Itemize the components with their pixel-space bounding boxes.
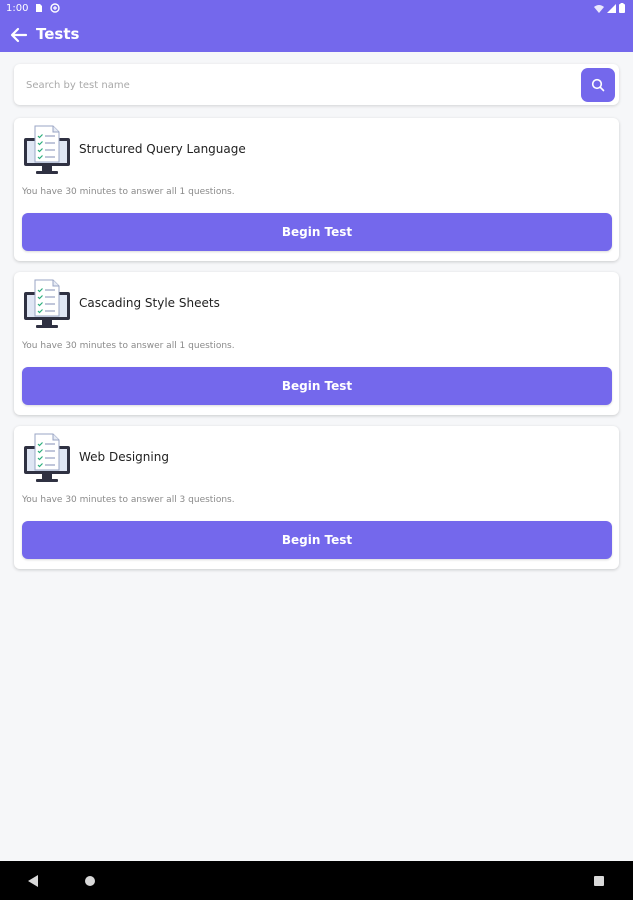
nav-home-icon[interactable] (85, 876, 95, 886)
page-title: Tests (36, 25, 80, 43)
test-name: Structured Query Language (79, 142, 246, 156)
begin-test-button[interactable]: Begin Test (22, 521, 612, 559)
monitor-checklist-icon (24, 125, 70, 174)
search-button[interactable] (581, 68, 615, 102)
wifi-icon (594, 4, 604, 13)
search-icon (591, 78, 605, 92)
begin-test-button[interactable]: Begin Test (22, 367, 612, 405)
nav-recents-icon[interactable] (594, 876, 604, 886)
nav-back-icon[interactable] (27, 874, 39, 888)
monitor-checklist-icon (24, 433, 70, 482)
status-right-icons (594, 3, 625, 13)
search-input[interactable] (24, 74, 568, 96)
test-name: Cascading Style Sheets (79, 296, 220, 310)
test-card: Cascading Style Sheets You have 30 minut… (14, 272, 619, 415)
battery-icon (619, 3, 625, 13)
test-description: You have 30 minutes to answer all 3 ques… (22, 495, 235, 505)
test-card: Structured Query Language You have 30 mi… (14, 118, 619, 261)
system-nav-bar (0, 861, 633, 900)
sim-card-icon (36, 4, 42, 12)
begin-test-button[interactable]: Begin Test (22, 213, 612, 251)
test-description: You have 30 minutes to answer all 1 ques… (22, 341, 235, 351)
arrow-left-icon[interactable] (10, 26, 28, 44)
test-card: Web Designing You have 30 minutes to ans… (14, 426, 619, 569)
test-description: You have 30 minutes to answer all 1 ques… (22, 187, 235, 197)
vpn-icon (50, 3, 60, 13)
app-bar: Tests (0, 18, 633, 52)
signal-icon (607, 3, 616, 13)
test-name: Web Designing (79, 450, 169, 464)
status-bar: 1:00 (0, 0, 633, 18)
search-bar (14, 64, 619, 105)
status-time: 1:00 (6, 3, 29, 14)
monitor-checklist-icon (24, 279, 70, 328)
